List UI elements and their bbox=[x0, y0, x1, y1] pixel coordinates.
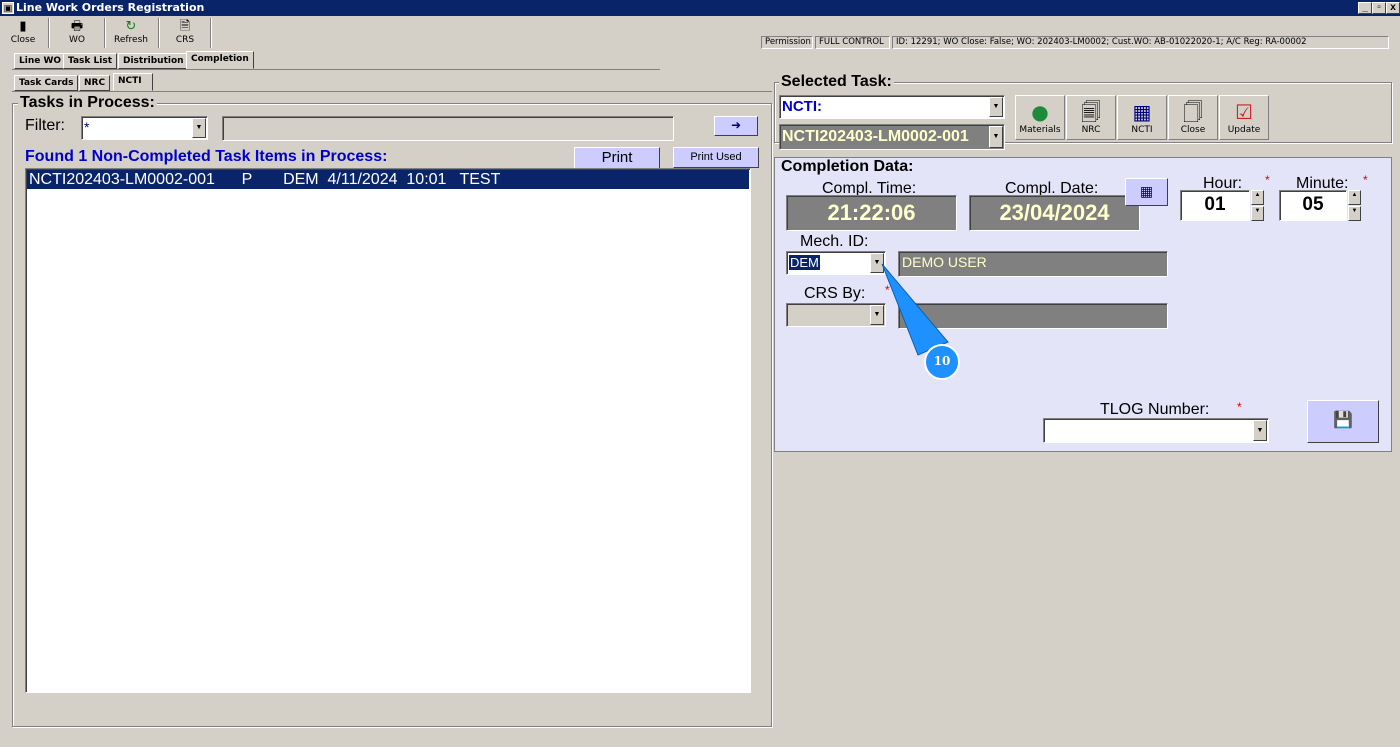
materials-label: Materials bbox=[1019, 125, 1061, 135]
minute-required-mark: * bbox=[1363, 173, 1368, 187]
update-checklist-icon: ☑ bbox=[1235, 100, 1253, 124]
tab-distribution[interactable]: Distribution bbox=[118, 53, 189, 69]
refresh-button-label: Refresh bbox=[114, 35, 148, 45]
materials-button[interactable]: ● Materials bbox=[1015, 95, 1065, 140]
window-title: Line Work Orders Registration bbox=[16, 1, 205, 14]
apply-filter-button[interactable]: ➜ bbox=[714, 116, 758, 136]
arrow-right-icon: ➜ bbox=[730, 118, 742, 132]
crs-button-label: CRS bbox=[175, 35, 195, 45]
tlog-number-combo[interactable]: ▼ bbox=[1043, 418, 1269, 443]
close-button[interactable]: ▮ Close bbox=[6, 18, 40, 48]
filter-dropdown-button[interactable]: ▼ bbox=[192, 118, 206, 138]
mech-id-label: Mech. ID: bbox=[800, 233, 869, 250]
materials-icon: ● bbox=[1031, 100, 1049, 124]
crs-document-icon: 🗎 bbox=[179, 19, 191, 34]
filter-label: Filter: bbox=[25, 117, 65, 134]
print-used-button[interactable]: Print Used bbox=[673, 147, 759, 168]
toolbar-separator bbox=[158, 18, 160, 48]
callout-tail bbox=[881, 263, 949, 356]
minute-input[interactable]: 05 bbox=[1279, 190, 1347, 221]
door-exit-icon: ▮ bbox=[19, 19, 27, 34]
close-button-label: Close bbox=[10, 35, 36, 45]
toolbar-separator bbox=[210, 18, 212, 48]
task-number-combo[interactable]: NCTI202403-LM0002-001 ▼ bbox=[779, 124, 1005, 150]
minimize-button[interactable]: _ bbox=[1358, 2, 1372, 14]
list-item[interactable]: NCTI202403-LM0002-001 P DEM 4/11/2024 10… bbox=[27, 170, 749, 189]
subtab-strip-line bbox=[12, 91, 772, 92]
minute-spin-up[interactable]: ▲ bbox=[1348, 190, 1361, 205]
ncti-icon: ▦ bbox=[1132, 100, 1152, 124]
tab-nrc[interactable]: NRC bbox=[79, 75, 111, 91]
minute-spin-down[interactable]: ▼ bbox=[1348, 206, 1361, 221]
print-button[interactable]: Print bbox=[574, 147, 660, 169]
nrc-document-icon: 🗐 bbox=[1081, 100, 1101, 124]
wo-button[interactable]: 🖶 WO bbox=[60, 18, 94, 48]
tlog-number-label: TLOG Number: bbox=[1100, 401, 1210, 418]
close-task-icon: 🗍 bbox=[1183, 100, 1203, 124]
tab-ncti[interactable]: NCTI bbox=[113, 73, 153, 91]
hour-input[interactable]: 01 bbox=[1180, 190, 1250, 221]
ncti-button[interactable]: ▦ NCTI bbox=[1117, 95, 1167, 140]
crs-button[interactable]: 🗎 CRS bbox=[168, 18, 202, 48]
tab-strip-line bbox=[12, 69, 660, 70]
filter-combo[interactable]: * ▼ bbox=[81, 116, 208, 140]
wo-button-label: WO bbox=[69, 35, 85, 45]
refresh-button[interactable]: ↻ Refresh bbox=[112, 18, 150, 48]
permission-value: FULL CONTROL bbox=[815, 36, 890, 49]
title-bar: ▣ Line Work Orders Registration _ ▫ x bbox=[0, 0, 1400, 16]
tab-task-list[interactable]: Task List bbox=[63, 53, 118, 69]
nrc-label: NRC bbox=[1081, 125, 1101, 135]
update-label: Update bbox=[1227, 125, 1261, 135]
task-type-combo[interactable]: NCTI: ▼ bbox=[779, 95, 1005, 119]
compl-date-value: 23/04/2024 bbox=[969, 195, 1140, 231]
task-type-dropdown-button[interactable]: ▼ bbox=[989, 97, 1003, 117]
selected-task-title: Selected Task: bbox=[779, 73, 894, 91]
hour-spin-down[interactable]: ▼ bbox=[1251, 206, 1264, 221]
toolbar-separator bbox=[104, 18, 106, 48]
calendar-button[interactable]: ▦ bbox=[1125, 178, 1168, 206]
tlog-dropdown-button[interactable]: ▼ bbox=[1253, 420, 1267, 441]
task-number-dropdown-button[interactable]: ▼ bbox=[989, 126, 1003, 148]
tab-line-wo[interactable]: Line WO bbox=[14, 53, 67, 69]
hour-spin-up[interactable]: ▲ bbox=[1251, 190, 1264, 205]
save-button[interactable]: 💾 bbox=[1307, 400, 1379, 443]
tasks-list[interactable] bbox=[25, 168, 751, 693]
floppy-disk-icon: 💾 bbox=[1333, 412, 1353, 429]
refresh-icon: ↻ bbox=[125, 19, 137, 34]
close-window-button[interactable]: x bbox=[1386, 2, 1400, 14]
permission-label: Permission: bbox=[761, 36, 813, 49]
calendar-icon: ▦ bbox=[1139, 183, 1154, 199]
crs-by-label: CRS By: bbox=[804, 285, 866, 302]
wo-info: ID: 12291; WO Close: False; WO: 202403-L… bbox=[892, 36, 1389, 49]
compl-time-value: 21:22:06 bbox=[786, 195, 957, 231]
update-button[interactable]: ☑ Update bbox=[1219, 95, 1269, 140]
close-task-button[interactable]: 🗍 Close bbox=[1168, 95, 1218, 140]
ncti-label: NCTI bbox=[1131, 125, 1153, 135]
printer-icon: 🖶 bbox=[70, 19, 84, 34]
mech-id-value: DEM bbox=[789, 255, 820, 270]
nrc-button[interactable]: 🗐 NRC bbox=[1066, 95, 1116, 140]
close-task-label: Close bbox=[1180, 125, 1206, 135]
filter-value: * bbox=[84, 119, 90, 135]
app-icon: ▣ bbox=[2, 2, 14, 14]
completion-data-title: Completion Data: bbox=[779, 158, 916, 176]
tab-task-cards[interactable]: Task Cards bbox=[14, 75, 79, 91]
task-type-value: NCTI: bbox=[782, 98, 822, 115]
toolbar-separator bbox=[48, 18, 50, 48]
hour-required-mark: * bbox=[1265, 173, 1270, 187]
restore-button[interactable]: ▫ bbox=[1372, 2, 1386, 14]
tab-completion[interactable]: Completion bbox=[186, 51, 254, 69]
callout-number: 10 bbox=[933, 354, 951, 368]
tasks-in-process-title: Tasks in Process: bbox=[18, 94, 157, 112]
found-tasks-label: Found 1 Non-Completed Task Items in Proc… bbox=[25, 148, 388, 165]
filter-text-field[interactable] bbox=[222, 116, 674, 141]
task-number-value: NCTI202403-LM0002-001 bbox=[782, 128, 969, 145]
tlog-required-mark: * bbox=[1237, 400, 1242, 414]
